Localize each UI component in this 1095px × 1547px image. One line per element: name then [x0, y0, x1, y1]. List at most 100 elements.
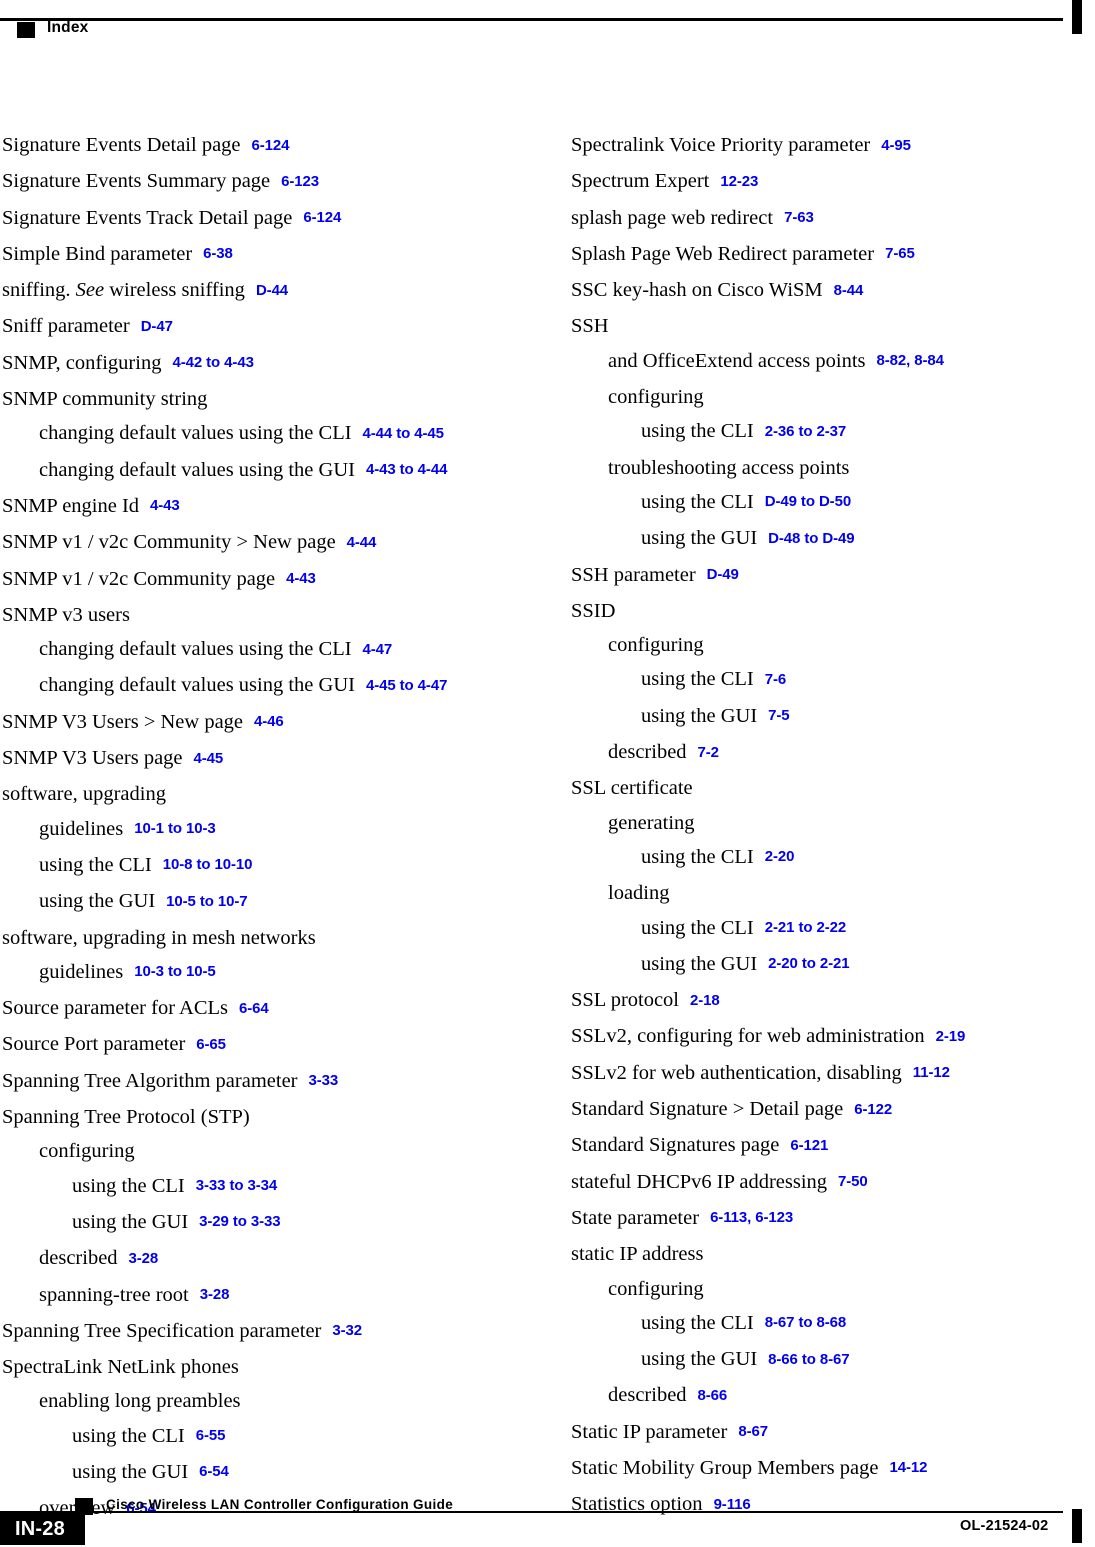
- index-page-reference[interactable]: 4-44 to 4-45: [363, 425, 444, 442]
- index-page-reference[interactable]: 3-28: [200, 1286, 230, 1303]
- index-entry: Sniff parameter D-47: [2, 309, 502, 345]
- index-entry: SNMP engine Id 4-43: [2, 489, 502, 525]
- index-entry: using the CLI 7-6: [571, 662, 1071, 698]
- index-entry: sniffing. See wireless sniffing D-44: [2, 273, 502, 309]
- index-page-reference[interactable]: 4-47: [363, 641, 393, 658]
- index-page-reference[interactable]: 6-124: [303, 209, 341, 226]
- index-entry-cross-reference-see: See: [75, 279, 105, 302]
- index-page-reference[interactable]: 6-65: [196, 1036, 226, 1053]
- index-entry: SSLv2, configuring for web administratio…: [571, 1019, 1071, 1055]
- index-page-reference[interactable]: 6-123: [281, 173, 319, 190]
- index-entry-text: using the CLI: [72, 1174, 185, 1197]
- index-page-reference[interactable]: 10-1 to 10-3: [134, 820, 215, 837]
- index-page-reference[interactable]: D-44: [256, 282, 288, 299]
- index-page-reference[interactable]: 6-38: [203, 245, 233, 262]
- index-page-reference[interactable]: 10-5 to 10-7: [166, 893, 247, 910]
- index-entry: Standard Signatures page 6-121: [571, 1128, 1071, 1164]
- index-column-left: Signature Events Detail page 6-124 Signatu…: [2, 128, 502, 1528]
- index-entry: SNMP V3 Users page 4-45: [2, 741, 502, 777]
- index-page-reference[interactable]: 2-19: [936, 1028, 966, 1045]
- index-page-reference[interactable]: 2-18: [690, 992, 720, 1009]
- index-entry-text: changing default values using the CLI: [39, 422, 352, 445]
- index-page-reference[interactable]: 4-45 to 4-47: [366, 677, 447, 694]
- index-page-reference[interactable]: D-49 to D-50: [765, 493, 851, 510]
- index-page-reference[interactable]: 8-44: [834, 282, 864, 299]
- index-entry-text: SpectraLink NetLink phones: [2, 1356, 239, 1379]
- index-entry-text: Spectrum Expert: [571, 170, 710, 193]
- index-entry: SNMP v1 / v2c Community page 4-43: [2, 562, 502, 598]
- index-page-reference[interactable]: 4-45: [194, 750, 224, 767]
- index-page-reference[interactable]: 6-113, 6-123: [710, 1209, 793, 1226]
- index-entry-text: described: [608, 1384, 687, 1407]
- index-entry: Spanning Tree Protocol (STP): [2, 1100, 502, 1134]
- index-entry-text: using the GUI: [641, 527, 758, 550]
- index-page-reference[interactable]: 14-12: [889, 1459, 927, 1476]
- index-entry-text: changing default values using the GUI: [39, 674, 355, 697]
- index-entry: using the CLI 8-67 to 8-68: [571, 1306, 1071, 1342]
- index-page-reference[interactable]: 8-82, 8-84: [877, 352, 944, 369]
- index-entry-text: using the CLI: [39, 853, 152, 876]
- index-entry-text: troubleshooting access points: [608, 456, 850, 479]
- index-entry: troubleshooting access points: [571, 451, 1071, 485]
- index-entry-text: SNMP v1 / v2c Community page: [2, 567, 276, 590]
- index-page-reference[interactable]: 7-2: [698, 744, 719, 761]
- index-page-reference[interactable]: 4-42 to 4-43: [172, 354, 253, 371]
- index-entry: Spanning Tree Algorithm parameter 3-33: [2, 1064, 502, 1100]
- index-page-reference[interactable]: 7-63: [784, 209, 814, 226]
- index-page-reference[interactable]: D-48 to D-49: [768, 530, 854, 547]
- index-page-reference[interactable]: 2-20 to 2-21: [768, 955, 849, 972]
- index-entry: using the CLI 2-20: [571, 840, 1071, 876]
- index-page-reference[interactable]: 8-66 to 8-67: [768, 1351, 849, 1368]
- index-page-reference[interactable]: 3-29 to 3-33: [199, 1213, 280, 1230]
- index-entry-text: Standard Signature > Detail page: [571, 1098, 844, 1121]
- index-page-reference[interactable]: 6-64: [239, 1000, 269, 1017]
- index-page-reference[interactable]: 8-66: [698, 1387, 728, 1404]
- index-entry: configuring: [571, 628, 1071, 662]
- index-page-reference[interactable]: D-49: [707, 566, 739, 583]
- index-page-reference[interactable]: 8-67 to 8-68: [765, 1314, 846, 1331]
- index-entry: Static IP parameter 8-67: [571, 1415, 1071, 1451]
- index-page-reference[interactable]: 6-122: [854, 1101, 892, 1118]
- index-page-reference[interactable]: 2-21 to 2-22: [765, 919, 846, 936]
- index-page-reference[interactable]: 6-121: [790, 1137, 828, 1154]
- index-entry-text: Signature Events Summary page: [2, 170, 271, 193]
- index-entry-text: SSH parameter: [571, 563, 696, 586]
- index-page-reference[interactable]: 4-95: [881, 137, 911, 154]
- index-page-reference[interactable]: 4-43 to 4-44: [366, 461, 447, 478]
- index-entry: using the GUI 3-29 to 3-33: [2, 1205, 502, 1241]
- index-page-reference[interactable]: 6-124: [252, 137, 290, 154]
- index-entry: SSID: [571, 594, 1071, 628]
- index-page-reference[interactable]: 7-50: [838, 1173, 868, 1190]
- index-page-reference[interactable]: 11-12: [913, 1064, 950, 1081]
- index-page-reference[interactable]: 3-33: [309, 1072, 339, 1089]
- index-page-reference[interactable]: 4-43: [150, 497, 180, 514]
- index-entry-text: Splash Page Web Redirect parameter: [571, 242, 875, 265]
- index-page-reference[interactable]: 7-6: [765, 671, 786, 688]
- index-page-reference[interactable]: 4-44: [347, 534, 377, 551]
- index-page-reference[interactable]: 2-20: [765, 848, 795, 865]
- index-entry-text: configuring: [608, 1277, 704, 1300]
- footer-page-number: IN-28: [15, 1518, 65, 1540]
- index-entry: using the CLI 10-8 to 10-10: [2, 848, 502, 884]
- index-page-reference[interactable]: 3-32: [332, 1322, 362, 1339]
- index-entry: Signature Events Summary page 6-123: [2, 164, 502, 200]
- index-entry: using the GUI 2-20 to 2-21: [571, 947, 1071, 983]
- index-page-reference[interactable]: 2-36 to 2-37: [765, 423, 846, 440]
- index-entry: Signature Events Detail page 6-124: [2, 128, 502, 164]
- index-page-reference[interactable]: 3-33 to 3-34: [196, 1177, 277, 1194]
- index-entry-text: Static IP parameter: [571, 1420, 728, 1443]
- index-page-reference[interactable]: 4-43: [286, 570, 316, 587]
- index-page-reference[interactable]: 7-65: [885, 245, 915, 262]
- index-page-reference[interactable]: 3-28: [129, 1250, 159, 1267]
- index-entry: spanning-tree root 3-28: [2, 1278, 502, 1314]
- index-page-reference[interactable]: 8-67: [738, 1423, 768, 1440]
- index-page-reference[interactable]: 10-3 to 10-5: [134, 963, 215, 980]
- index-page-reference[interactable]: 6-55: [196, 1427, 226, 1444]
- index-entry-text: software, upgrading in mesh networks: [2, 926, 316, 949]
- index-page-reference[interactable]: D-47: [141, 318, 173, 335]
- index-page-reference[interactable]: 12-23: [720, 173, 758, 190]
- index-entry: changing default values using the CLI 4-4…: [2, 416, 502, 452]
- index-page-reference[interactable]: 4-46: [254, 713, 284, 730]
- index-page-reference[interactable]: 10-8 to 10-10: [163, 856, 253, 873]
- index-page-reference[interactable]: 7-5: [768, 707, 789, 724]
